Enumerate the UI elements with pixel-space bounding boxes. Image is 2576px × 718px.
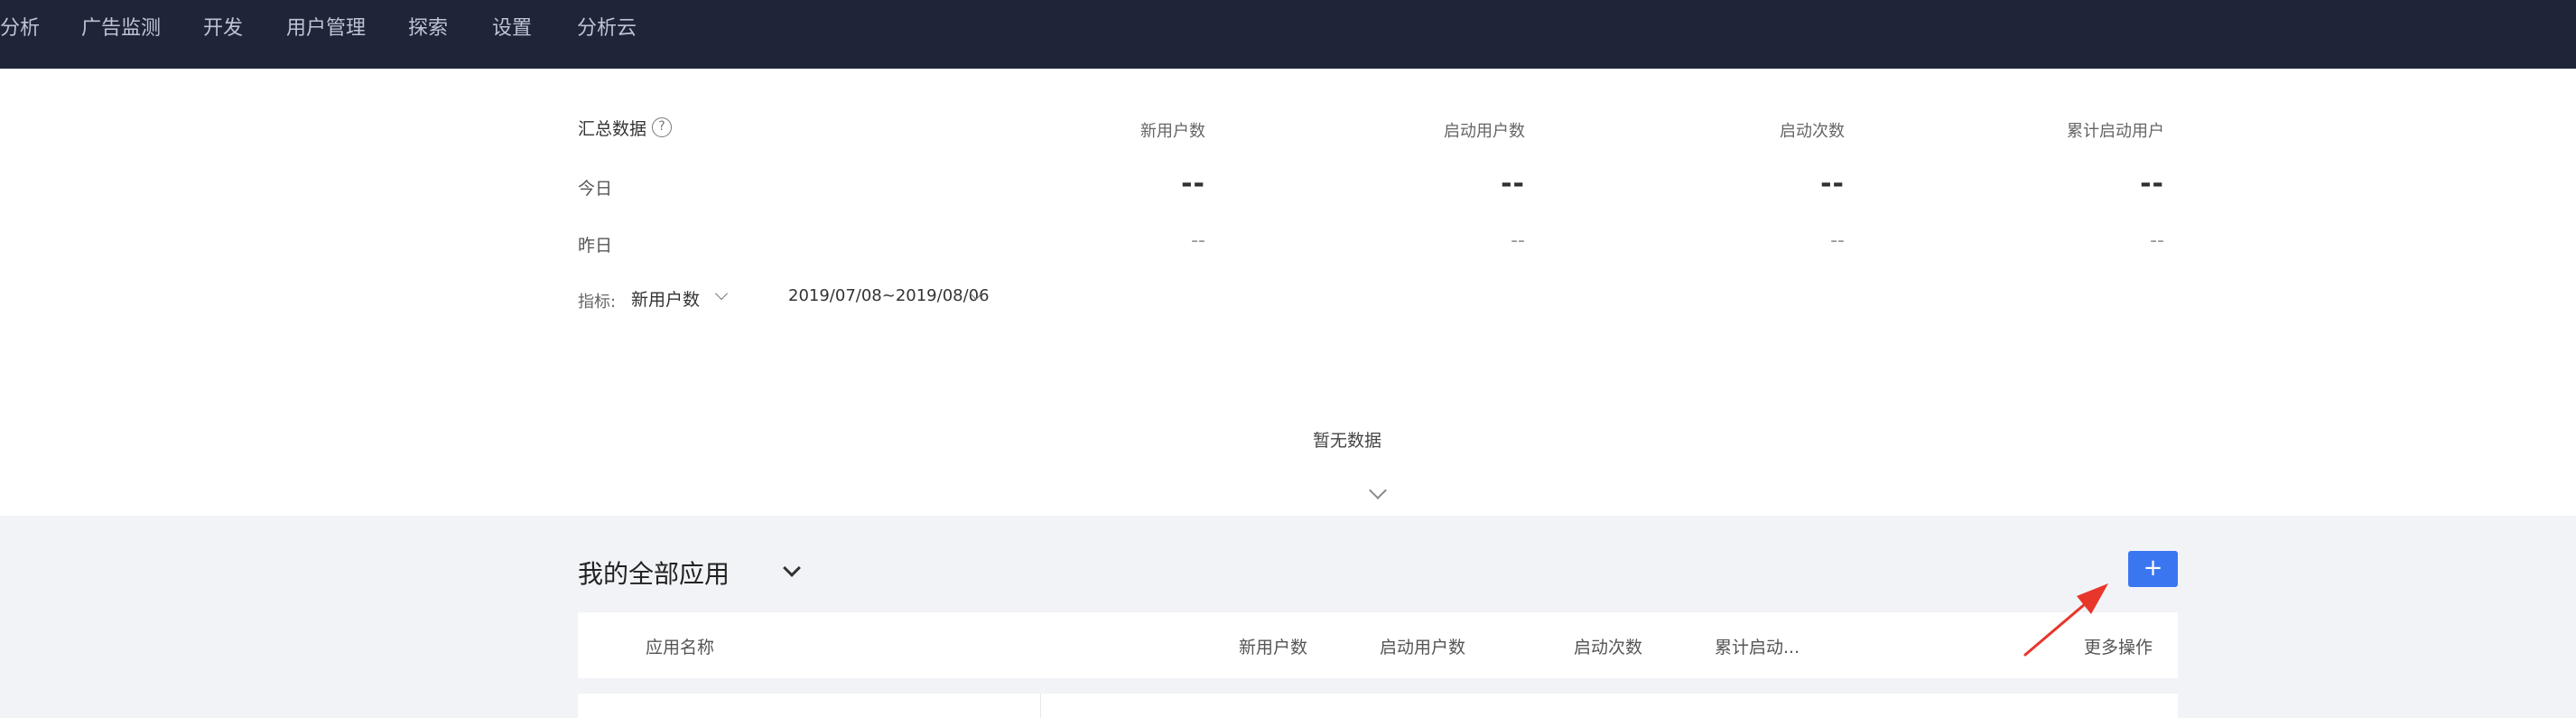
th-app-name[interactable]: 应用名称: [646, 634, 714, 658]
apps-section-title: 我的全部应用: [578, 559, 730, 589]
col-header-new-users: 新用户数: [1140, 122, 1205, 141]
table-row[interactable]: [578, 694, 2178, 718]
top-nav: 分析 广告监测 开发 用户管理 探索 设置 分析云: [0, 0, 2576, 69]
nav-item-explore[interactable]: 探索: [408, 0, 448, 58]
th-new-users[interactable]: 新用户数: [1239, 634, 1307, 658]
metric-label: 指标:: [578, 293, 617, 312]
yesterday-launches: --: [1830, 229, 1845, 252]
yesterday-cumulative-users: --: [2150, 229, 2164, 252]
summary-title: 汇总数据: [578, 119, 647, 139]
row-label-today: 今日: [578, 179, 613, 199]
col-header-cumulative-users: 累计启动用户: [2067, 122, 2164, 141]
th-launches[interactable]: 启动次数: [1574, 634, 1642, 658]
help-icon[interactable]: ?: [652, 117, 672, 137]
yesterday-active-users: --: [1511, 229, 1525, 252]
summary-panel: 汇总数据 ? 新用户数 启动用户数 启动次数 累计启动用户 今日 -- -- -…: [0, 69, 2576, 516]
nav-item-ad-monitoring[interactable]: 广告监测: [81, 0, 161, 58]
empty-state-text: 暂无数据: [1313, 431, 1382, 451]
col-header-launches: 启动次数: [1780, 122, 1845, 141]
nav-item-analysis[interactable]: 分析: [0, 0, 40, 58]
nav-item-analysis-cloud[interactable]: 分析云: [577, 0, 637, 58]
th-cumulative-users[interactable]: 累计启动...: [1715, 634, 1799, 658]
chevron-down-icon[interactable]: [714, 286, 729, 301]
column-divider: [1040, 694, 1041, 718]
metric-select[interactable]: 新用户数: [631, 286, 700, 311]
today-cumulative-users: --: [2140, 168, 2164, 200]
yesterday-new-users: --: [1191, 229, 1205, 252]
nav-item-settings[interactable]: 设置: [492, 0, 532, 58]
apps-table-header: 应用名称 新用户数 启动用户数 启动次数 累计启动... 更多操作: [578, 612, 2178, 678]
today-active-users: --: [1501, 168, 1525, 200]
today-new-users: --: [1181, 168, 1205, 200]
th-more-actions: 更多操作: [2084, 638, 2153, 657]
nav-item-user-management[interactable]: 用户管理: [286, 0, 366, 58]
chevron-down-icon[interactable]: [783, 559, 801, 577]
expand-chevron-icon[interactable]: [1369, 481, 1387, 499]
nav-item-develop[interactable]: 开发: [203, 0, 243, 58]
col-header-active-users: 启动用户数: [1444, 122, 1525, 141]
add-app-button[interactable]: +: [2128, 551, 2178, 587]
date-range-select[interactable]: 2019/07/08~2019/08/06: [788, 286, 990, 305]
today-launches: --: [1820, 168, 1845, 200]
row-label-yesterday: 昨日: [578, 236, 613, 256]
th-active-users[interactable]: 启动用户数: [1380, 634, 1465, 658]
